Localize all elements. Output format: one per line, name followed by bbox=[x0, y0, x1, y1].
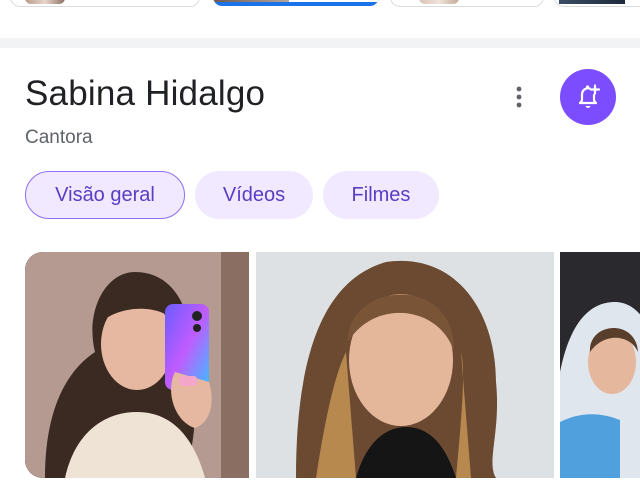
top-card-thumbnail bbox=[25, 0, 65, 4]
top-card[interactable] bbox=[554, 0, 640, 7]
top-card-thumbnail bbox=[559, 0, 625, 4]
entity-title: Sabina Hidalgo bbox=[25, 74, 266, 113]
top-card[interactable] bbox=[10, 0, 200, 7]
top-card-strip bbox=[0, 0, 640, 48]
more-options-button[interactable] bbox=[504, 82, 534, 112]
more-vert-icon bbox=[516, 86, 522, 108]
active-indicator bbox=[213, 2, 379, 6]
image-carousel bbox=[0, 252, 640, 480]
tab-overview[interactable]: Visão geral bbox=[25, 171, 185, 219]
top-card-active[interactable] bbox=[212, 0, 380, 6]
tab-movies[interactable]: Filmes bbox=[323, 171, 439, 219]
entity-subtitle: Cantora bbox=[25, 127, 93, 148]
photo-1[interactable] bbox=[25, 252, 249, 478]
photo-3[interactable] bbox=[560, 252, 640, 478]
top-card[interactable] bbox=[390, 0, 544, 7]
bell-add-icon bbox=[578, 84, 601, 108]
top-card-thumbnail bbox=[419, 0, 459, 4]
follow-button[interactable] bbox=[560, 69, 616, 125]
photo-2[interactable] bbox=[256, 252, 554, 478]
tab-videos[interactable]: Vídeos bbox=[195, 171, 313, 219]
